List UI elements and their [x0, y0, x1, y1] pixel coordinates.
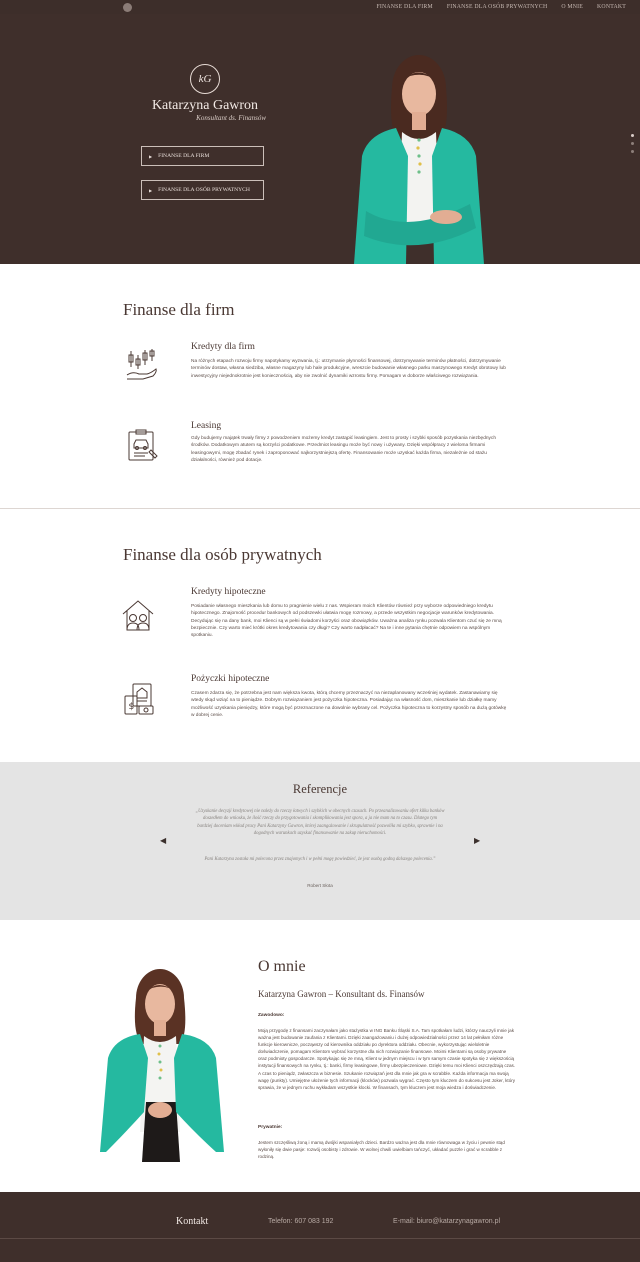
monogram-logo: kG	[190, 64, 220, 94]
car-clipboard-icon	[128, 429, 158, 461]
nav-item-private[interactable]: FINANSE DLA OSÓB PRYWATNYCH	[447, 4, 548, 10]
about-title: O mnie	[258, 958, 306, 975]
hero-button-label: FINANSE DLA OSÓB PRYWATNYCH	[158, 187, 250, 193]
slider-dot[interactable]	[631, 134, 634, 137]
item-title-kredyty-hipoteczne: Kredyty hipoteczne	[191, 587, 266, 597]
hero-button-private[interactable]: ▶ FINANSE DLA OSÓB PRYWATNYCH	[141, 180, 264, 200]
item-text-kredyty-hipoteczne: Posiadanie własnego mieszkania lub domu …	[191, 604, 502, 639]
footer-email[interactable]: E-mail: biuro@katarzynagawron.pl	[393, 1218, 500, 1225]
footer-title: Kontakt	[176, 1216, 209, 1227]
prev-arrow-icon[interactable]: ◀	[160, 836, 166, 845]
section-divider	[0, 508, 640, 509]
section-title-firms: Finanse dla firm	[123, 300, 235, 319]
references-title: Referencje	[292, 782, 348, 796]
item-title-leasing: Leasing	[191, 421, 222, 431]
footer-divider	[0, 1238, 640, 1239]
about-text-private: Jestem szczęśliwą żoną i mamą dwójki wsp…	[258, 1140, 505, 1160]
reference-quote-end: Pani Katarzyna została mi polecona przez…	[204, 857, 436, 862]
reference-author: Robert Słota	[307, 883, 333, 888]
svg-text:$: $	[129, 702, 135, 712]
reference-quote: „Uzyskanie decyzji kredytowej nie należy…	[195, 809, 445, 836]
about-label-private: Prywatnie:	[258, 1125, 283, 1130]
hero-button-label: FINANSE DLA FIRM	[158, 153, 210, 159]
about-label-work: Zawodowo:	[258, 1013, 285, 1018]
hero-section: kG Katarzyna Gawron Konsultant ds. Finan…	[0, 14, 640, 264]
house-family-icon	[122, 600, 154, 631]
nav-links: FINANSE DLA FIRM FINANSE DLA OSÓB PRYWAT…	[376, 0, 640, 14]
about-subtitle: Katarzyna Gawron – Konsultant ds. Finans…	[258, 989, 425, 999]
item-title-pozyczki: Pożyczki hipoteczne	[191, 674, 270, 684]
item-text-kredyty-firm: Na różnych etapach rozwoju firmy napotyk…	[191, 359, 506, 379]
slider-dots	[631, 134, 635, 158]
play-arrow-icon: ▶	[149, 153, 153, 159]
document-money-icon: $	[124, 683, 154, 715]
nav-item-contact[interactable]: KONTAKT	[597, 4, 626, 10]
nav-item-firms[interactable]: FINANSE DLA FIRM	[376, 4, 432, 10]
references-section: Referencje „Uzyskanie decyzji kredytowej…	[0, 762, 640, 920]
next-arrow-icon[interactable]: ▶	[474, 836, 480, 845]
hero-button-firms[interactable]: ▶ FINANSE DLA FIRM	[141, 146, 264, 166]
logo-icon[interactable]	[123, 3, 132, 12]
about-text-work: Moją przygodę z finansami zaczynałam jak…	[258, 1028, 516, 1090]
hero-subtitle: Konsultant ds. Finansów	[196, 114, 266, 122]
item-text-pozyczki: Czasem zdarza się, że potrzebna jest nam…	[191, 691, 507, 718]
top-nav: FINANSE DLA FIRM FINANSE DLA OSÓB PRYWAT…	[0, 0, 640, 14]
about-portrait-photo	[100, 969, 224, 1162]
hero-name: Katarzyna Gawron	[151, 98, 259, 113]
item-text-leasing: Gdy budujemy majątek trwały firmy z powo…	[191, 436, 496, 463]
play-arrow-icon: ▶	[149, 187, 153, 193]
slider-dot[interactable]	[631, 150, 634, 153]
slider-dot[interactable]	[631, 142, 634, 145]
nav-item-about[interactable]: O MNIE	[561, 4, 583, 10]
footer-phone[interactable]: Telefon: 607 083 192	[268, 1218, 333, 1225]
item-title-kredyty-firm: Kredyty dla firm	[191, 342, 255, 352]
portrait-photo	[354, 55, 484, 264]
section-title-private: Finanse dla osób prywatnych	[123, 545, 322, 564]
footer: Kontakt Telefon: 607 083 192 E-mail: biu…	[0, 1192, 640, 1262]
candlestick-chart-hand-icon	[126, 349, 157, 380]
